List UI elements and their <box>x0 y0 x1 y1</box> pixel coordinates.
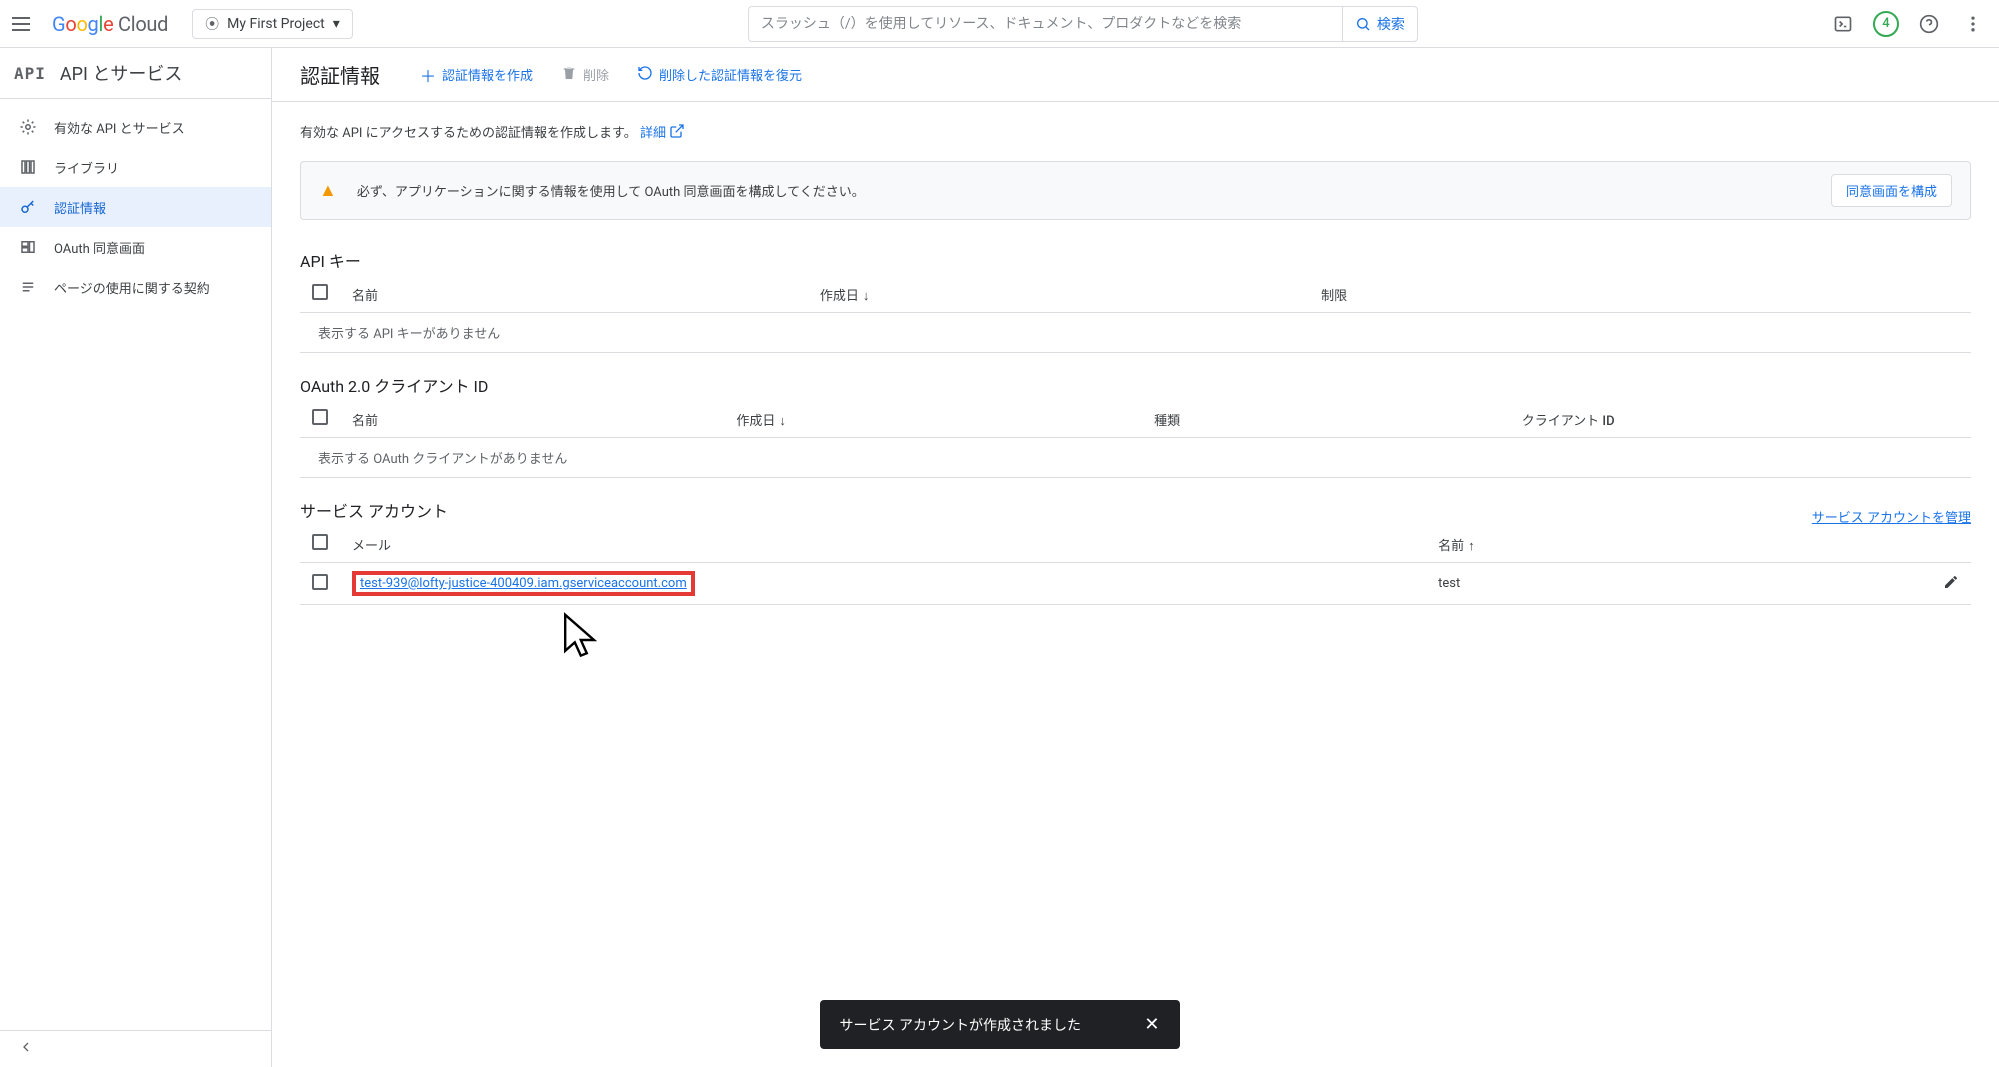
oauth-consent-warning: ▲ 必ず、アプリケーションに関する情報を使用して OAuth 同意画面を構成して… <box>300 161 1971 220</box>
sidebar-item-oauth-consent[interactable]: OAuth 同意画面 <box>0 227 271 267</box>
search-button[interactable]: 検索 <box>1342 7 1417 41</box>
key-icon <box>18 197 38 217</box>
dashboard-icon <box>18 117 38 137</box>
help-link[interactable]: 詳細 <box>640 126 685 141</box>
service-accounts-heading: サービス アカウント <box>300 498 448 522</box>
oauth-clients-table: 名前 作成日↓ 種類 クライアント ID 表示する OAuth クライアントがあ… <box>300 401 1971 478</box>
sidebar-title: API API とサービス <box>0 48 271 99</box>
consent-icon <box>18 237 38 257</box>
sort-asc-icon: ↑ <box>1468 539 1475 554</box>
api-logo: API <box>14 64 46 83</box>
help-text: 有効な API にアクセスするための認証情報を作成します。 詳細 <box>300 122 1971 141</box>
sidebar-collapse[interactable] <box>0 1030 271 1067</box>
main-content: 認証情報 ＋ 認証情報を作成 削除 削除した認証情報を復元 有効な API にア… <box>272 48 1999 1067</box>
help-icon[interactable] <box>1915 10 1943 38</box>
sidebar-item-label: 有効な API とサービス <box>54 118 185 137</box>
service-account-email-link[interactable]: test-939@lofty-justice-400409.iam.gservi… <box>360 576 687 591</box>
restore-icon <box>637 65 653 85</box>
col-email[interactable]: メール <box>340 526 1426 563</box>
page-title: 認証情報 <box>300 60 380 89</box>
search-input[interactable] <box>749 16 1342 32</box>
toast-message: サービス アカウントが作成されました <box>840 1015 1081 1035</box>
sidebar: API API とサービス 有効な API とサービス ライブラリ 認証情報 O… <box>0 48 272 1067</box>
cloud-shell-icon[interactable] <box>1829 10 1857 38</box>
select-all-checkbox[interactable] <box>312 409 328 425</box>
main-header: 認証情報 ＋ 認証情報を作成 削除 削除した認証情報を復元 <box>272 48 1999 102</box>
plus-icon: ＋ <box>420 63 436 87</box>
project-icon: ⦿ <box>205 14 219 34</box>
library-icon <box>18 157 38 177</box>
delete-button: 削除 <box>561 65 609 85</box>
search-icon <box>1355 16 1371 32</box>
row-checkbox[interactable] <box>312 574 328 590</box>
restore-button[interactable]: 削除した認証情報を復元 <box>637 65 802 85</box>
warning-icon: ▲ <box>319 180 337 201</box>
sidebar-item-label: ライブラリ <box>54 158 119 177</box>
col-name[interactable]: 名前↑ <box>1426 526 1911 563</box>
col-name[interactable]: 名前 <box>340 401 724 438</box>
col-name[interactable]: 名前 <box>340 276 808 313</box>
sort-desc-icon: ↓ <box>779 414 786 429</box>
col-created[interactable]: 作成日↓ <box>808 276 1309 313</box>
table-row: test-939@lofty-justice-400409.iam.gservi… <box>300 563 1971 605</box>
service-accounts-table: メール 名前↑ test-939@lofty-justice-400409.ia… <box>300 526 1971 605</box>
chevron-down-icon: ▾ <box>333 16 340 32</box>
select-all-checkbox[interactable] <box>312 284 328 300</box>
close-icon[interactable]: ✕ <box>1144 1014 1159 1035</box>
external-link-icon <box>669 123 685 139</box>
kebab-menu-icon[interactable] <box>1959 10 1987 38</box>
chevron-left-icon <box>18 1039 34 1055</box>
oauth-clients-heading: OAuth 2.0 クライアント ID <box>300 373 1971 397</box>
empty-state: 表示する API キーがありません <box>300 313 1971 353</box>
configure-consent-button[interactable]: 同意画面を構成 <box>1831 174 1952 207</box>
project-selector[interactable]: ⦿ My First Project ▾ <box>192 9 353 39</box>
top-bar: Google Cloud ⦿ My First Project ▾ 検索 4 <box>0 0 1999 48</box>
notifications-badge[interactable]: 4 <box>1873 11 1899 37</box>
create-credentials-button[interactable]: ＋ 認証情報を作成 <box>420 63 533 87</box>
document-icon <box>18 277 38 297</box>
sidebar-item-label: ページの使用に関する契約 <box>54 278 210 297</box>
empty-state: 表示する OAuth クライアントがありません <box>300 438 1971 478</box>
sort-desc-icon: ↓ <box>863 289 870 304</box>
sidebar-item-credentials[interactable]: 認証情報 <box>0 187 271 227</box>
toast-notification: サービス アカウントが作成されました ✕ <box>820 1000 1180 1049</box>
sidebar-item-label: 認証情報 <box>54 198 106 217</box>
api-keys-heading: API キー <box>300 248 1971 272</box>
project-name: My First Project <box>227 16 325 32</box>
col-restrict[interactable]: 制限 <box>1309 276 1931 313</box>
select-all-checkbox[interactable] <box>312 534 328 550</box>
sidebar-item-agreements[interactable]: ページの使用に関する契約 <box>0 267 271 307</box>
service-account-name: test <box>1426 563 1911 605</box>
col-type[interactable]: 種類 <box>1142 401 1510 438</box>
sidebar-item-enabled-apis[interactable]: 有効な API とサービス <box>0 107 271 147</box>
sidebar-item-label: OAuth 同意画面 <box>54 238 145 257</box>
trash-icon <box>561 65 577 85</box>
api-keys-table: 名前 作成日↓ 制限 表示する API キーがありません <box>300 276 1971 353</box>
sidebar-item-library[interactable]: ライブラリ <box>0 147 271 187</box>
search-box: 検索 <box>748 6 1418 42</box>
col-clientid[interactable]: クライアント ID <box>1510 401 1931 438</box>
highlight-annotation: test-939@lofty-justice-400409.iam.gservi… <box>352 571 695 596</box>
manage-service-accounts-link[interactable]: サービス アカウントを管理 <box>1812 507 1971 526</box>
col-created[interactable]: 作成日↓ <box>724 401 1142 438</box>
hamburger-icon[interactable] <box>12 12 36 36</box>
google-cloud-logo[interactable]: Google Cloud <box>52 12 168 36</box>
edit-icon[interactable] <box>1943 579 1959 594</box>
